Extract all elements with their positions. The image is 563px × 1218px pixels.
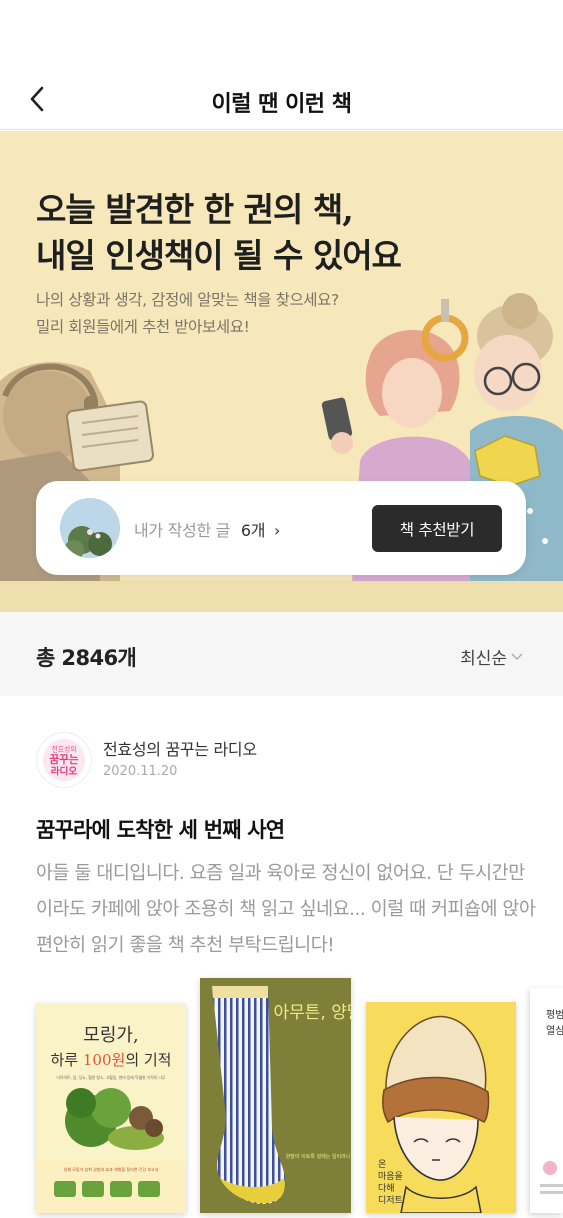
my-posts-link[interactable]: 내가 작성한 글 6개 › <box>134 517 280 541</box>
book-cover-socks[interactable]: 아무튼, 양말 양말이 이토록 설레는 일이라니 <box>200 978 351 1213</box>
svg-text:양말이 이토록 설레는 일이라니: 양말이 이토록 설레는 일이라니 <box>286 1153 351 1160</box>
chevron-right-icon: › <box>274 521 281 540</box>
svg-text:디저트: 디저트 <box>378 1195 403 1206</box>
sort-label: 최신순 <box>460 649 507 669</box>
svg-text:꿈꾸는: 꿈꾸는 <box>49 754 78 766</box>
my-posts-label: 내가 작성한 글 <box>134 521 231 540</box>
book-cover-partial[interactable]: 평범 열심 <box>530 988 563 1213</box>
post-date: 2020.11.20 <box>103 764 178 779</box>
list-header: 총 2846개 최신순 <box>0 612 563 696</box>
book-cover-dessert[interactable]: 온 마음을 다해 디저트 <box>366 1002 516 1213</box>
channel-name[interactable]: 전효성의 꿈꾸는 라디오 <box>103 736 257 760</box>
page-title: 이럴 땐 이런 책 <box>211 92 352 117</box>
svg-text:다해: 다해 <box>378 1183 395 1194</box>
post-body: 아들 둘 대디입니다. 요즘 일과 육아로 정신이 없어요. 단 두시간만 이라… <box>36 863 536 956</box>
my-posts-count: 6개 <box>240 521 266 540</box>
svg-text:열심: 열심 <box>546 1025 563 1037</box>
hero-banner: 오늘 발견한 한 권의 책, 내일 인생책이 될 수 있어요 나의 상황과 생각… <box>0 131 563 612</box>
profile-card: 내가 작성한 글 6개 › 책 추천받기 <box>36 481 526 575</box>
svg-text:라디오: 라디오 <box>51 765 78 777</box>
post-title: 꿈꾸라에 도착한 세 번째 사연 <box>36 818 285 842</box>
avatar[interactable] <box>60 498 120 558</box>
recommend-book-button[interactable]: 책 추천받기 <box>372 505 502 552</box>
top-bar: 이럴 땐 이런 책 <box>0 0 563 130</box>
hero-title: 오늘 발견한 한 권의 책, 내일 인생책이 될 수 있어요 <box>36 190 402 275</box>
book-cover-moringa[interactable]: 모링가, 하루 100원의 기적 다이어트, 암, 당뇨, 혈관 청소, 고혈압… <box>36 1003 186 1213</box>
svg-text:아무튼, 양말: 아무튼, 양말 <box>273 1003 351 1023</box>
svg-text:마음을: 마음을 <box>378 1171 403 1182</box>
total-count: 총 2846개 <box>36 646 137 670</box>
svg-text:하루 100원의 기적: 하루 100원의 기적 <box>51 1051 172 1069</box>
svg-text:다이어트, 암, 당뇨, 혈관 청소, 고혈압, 변비 등에: 다이어트, 암, 당뇨, 혈관 청소, 고혈압, 변비 등에 탁월한 기적의 나… <box>57 1075 166 1080</box>
post-card[interactable]: 전효성의 꿈꾸는 라디오 전효성의 꿈꾸는 라디오 2020.11.20 꿈꾸라… <box>0 696 563 1218</box>
channel-logo: 전효성의 꿈꾸는 라디오 <box>36 732 92 788</box>
svg-text:평범: 평범 <box>546 1009 563 1021</box>
svg-text:전효성의: 전효성의 <box>52 744 77 753</box>
chevron-down-icon <box>511 653 523 660</box>
svg-text:온: 온 <box>378 1159 386 1170</box>
svg-text:실제 모링가 섭취 경험과 효과 체험을 정리한 건강 보고: 실제 모링가 섭취 경험과 효과 체험을 정리한 건강 보고서 <box>64 1166 159 1172</box>
sort-dropdown[interactable]: 최신순 <box>460 644 523 669</box>
hero-subtitle: 나의 상황과 생각, 감정에 알맞는 책을 찾으세요? 밀리 회원들에게 추천 … <box>36 291 339 336</box>
svg-text:모링가,: 모링가, <box>83 1025 138 1046</box>
